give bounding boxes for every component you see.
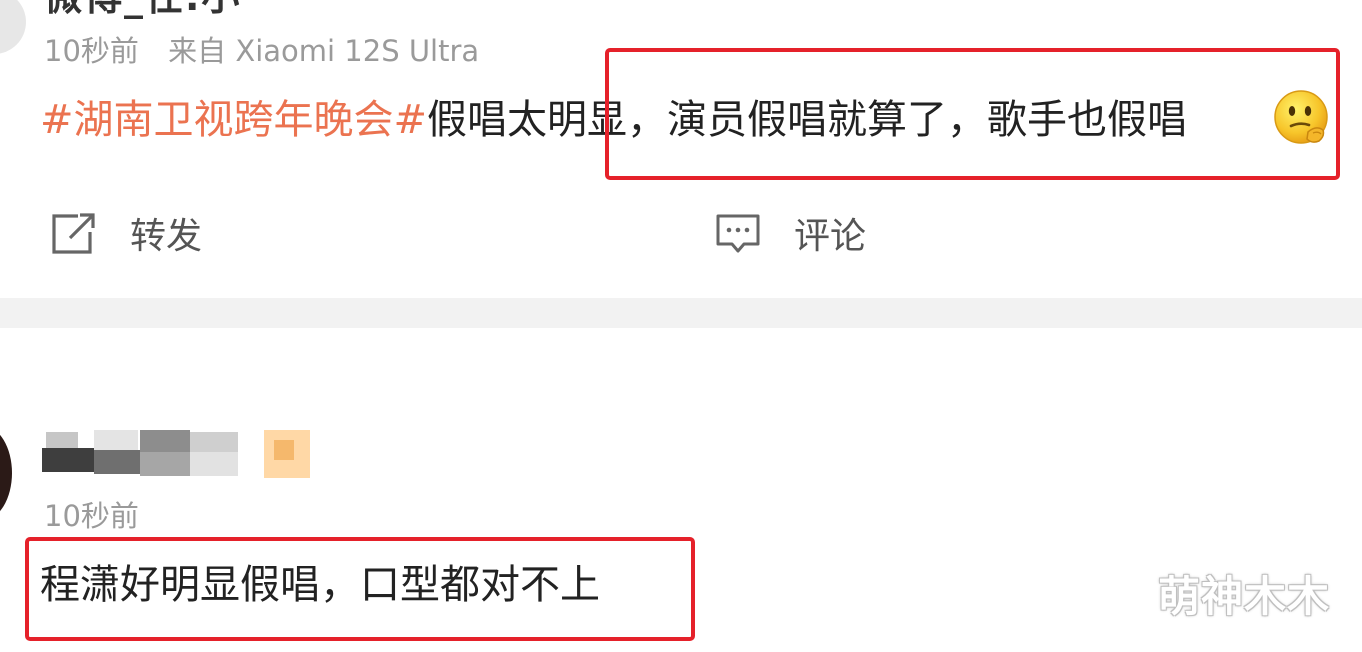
weibo-comment-screenshot: 微博_任.小 10秒前 来自 Xiaomi 12S Ultra #湖南卫视跨年晚…	[0, 0, 1362, 652]
avatar[interactable]	[0, 426, 12, 520]
watermark: 萌神木木	[1158, 572, 1331, 621]
highlight-box	[25, 537, 695, 641]
highlight-box	[605, 48, 1340, 180]
repost-label: 转发	[130, 216, 203, 257]
comment-label: 评论	[794, 216, 867, 257]
comment-icon	[716, 214, 760, 253]
repost-button[interactable]: 转发	[48, 206, 202, 260]
post-meta: 10秒前 来自 Xiaomi 12S Ultra	[44, 30, 479, 72]
author-name-blurred[interactable]	[42, 426, 322, 482]
post-card-1: 微博_任.小 10秒前 来自 Xiaomi 12S Ultra #湖南卫视跨年晚…	[0, 0, 1362, 298]
avatar[interactable]	[0, 0, 26, 54]
comment-button[interactable]: 评论	[714, 206, 866, 260]
post-time: 10秒前	[44, 499, 139, 533]
author-name[interactable]: 微博_任.小	[44, 0, 241, 21]
repost-icon	[52, 213, 95, 254]
post-time: 10秒前	[44, 34, 139, 68]
feed-separator	[0, 298, 1362, 328]
post-source: 来自 Xiaomi 12S Ultra	[168, 34, 480, 68]
hashtag-link[interactable]: #湖南卫视跨年晚会#	[40, 97, 427, 143]
